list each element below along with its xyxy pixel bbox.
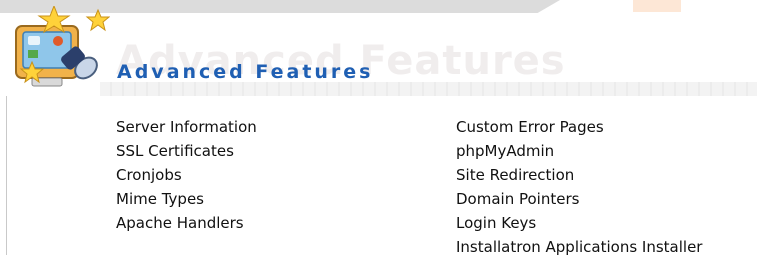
custom-error-pages-link[interactable]: Custom Error Pages: [456, 117, 702, 141]
server-information-link[interactable]: Server Information: [116, 117, 257, 141]
installatron-installer-link[interactable]: Installatron Applications Installer: [456, 237, 702, 255]
cronjobs-link[interactable]: Cronjobs: [116, 165, 257, 189]
ssl-certificates-link[interactable]: SSL Certificates: [116, 141, 257, 165]
section-title: Advanced Features: [117, 61, 374, 83]
advanced-features-icon: [10, 4, 111, 98]
links-column-1: Server Information SSL Certificates Cron…: [116, 117, 257, 237]
links-column-2: Custom Error Pages phpMyAdmin Site Redir…: [456, 117, 702, 255]
top-accent: [633, 0, 681, 12]
domain-pointers-link[interactable]: Domain Pointers: [456, 189, 702, 213]
site-redirection-link[interactable]: Site Redirection: [456, 165, 702, 189]
apache-handlers-link[interactable]: Apache Handlers: [116, 213, 257, 237]
mime-types-link[interactable]: Mime Types: [116, 189, 257, 213]
advanced-features-panel: Advanced Features Advanced Features Serv…: [0, 0, 757, 255]
phpmyadmin-link[interactable]: phpMyAdmin: [456, 141, 702, 165]
left-border: [6, 96, 7, 255]
login-keys-link[interactable]: Login Keys: [456, 213, 702, 237]
section-header-rule: [100, 82, 757, 96]
